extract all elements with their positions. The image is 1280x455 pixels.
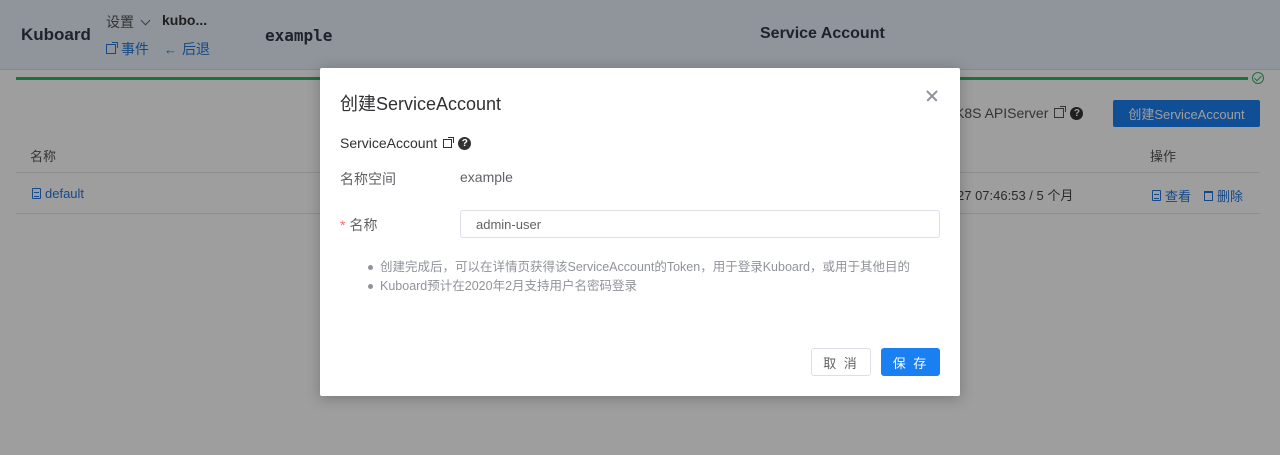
save-button[interactable]: 保 存 — [881, 348, 940, 376]
tip-item: Kuboard预计在2020年2月支持用户名密码登录 — [368, 277, 910, 296]
required-mark: * — [340, 217, 346, 233]
help-icon[interactable]: ? — [458, 136, 472, 150]
name-input[interactable] — [460, 210, 940, 238]
cancel-button[interactable]: 取 消 — [811, 348, 871, 376]
name-label-text: 名称 — [349, 217, 378, 233]
namespace-value: example — [460, 169, 513, 185]
namespace-label: 名称空间 — [340, 171, 396, 187]
name-field-label: * 名称 — [340, 215, 377, 235]
serviceaccount-doc-link[interactable]: ServiceAccount ? — [340, 135, 472, 151]
close-icon[interactable] — [923, 87, 941, 105]
dialog-title: 创建ServiceAccount — [340, 94, 502, 114]
tip-item: 创建完成后，可以在详情页获得该ServiceAccount的Token，用于登录… — [368, 258, 910, 277]
create-serviceaccount-dialog: 创建ServiceAccount ServiceAccount ? 名称空间 e… — [320, 68, 960, 396]
external-link-icon — [443, 136, 455, 148]
section-label: ServiceAccount — [340, 135, 438, 151]
tips-list: 创建完成后，可以在详情页获得该ServiceAccount的Token，用于登录… — [368, 258, 910, 296]
